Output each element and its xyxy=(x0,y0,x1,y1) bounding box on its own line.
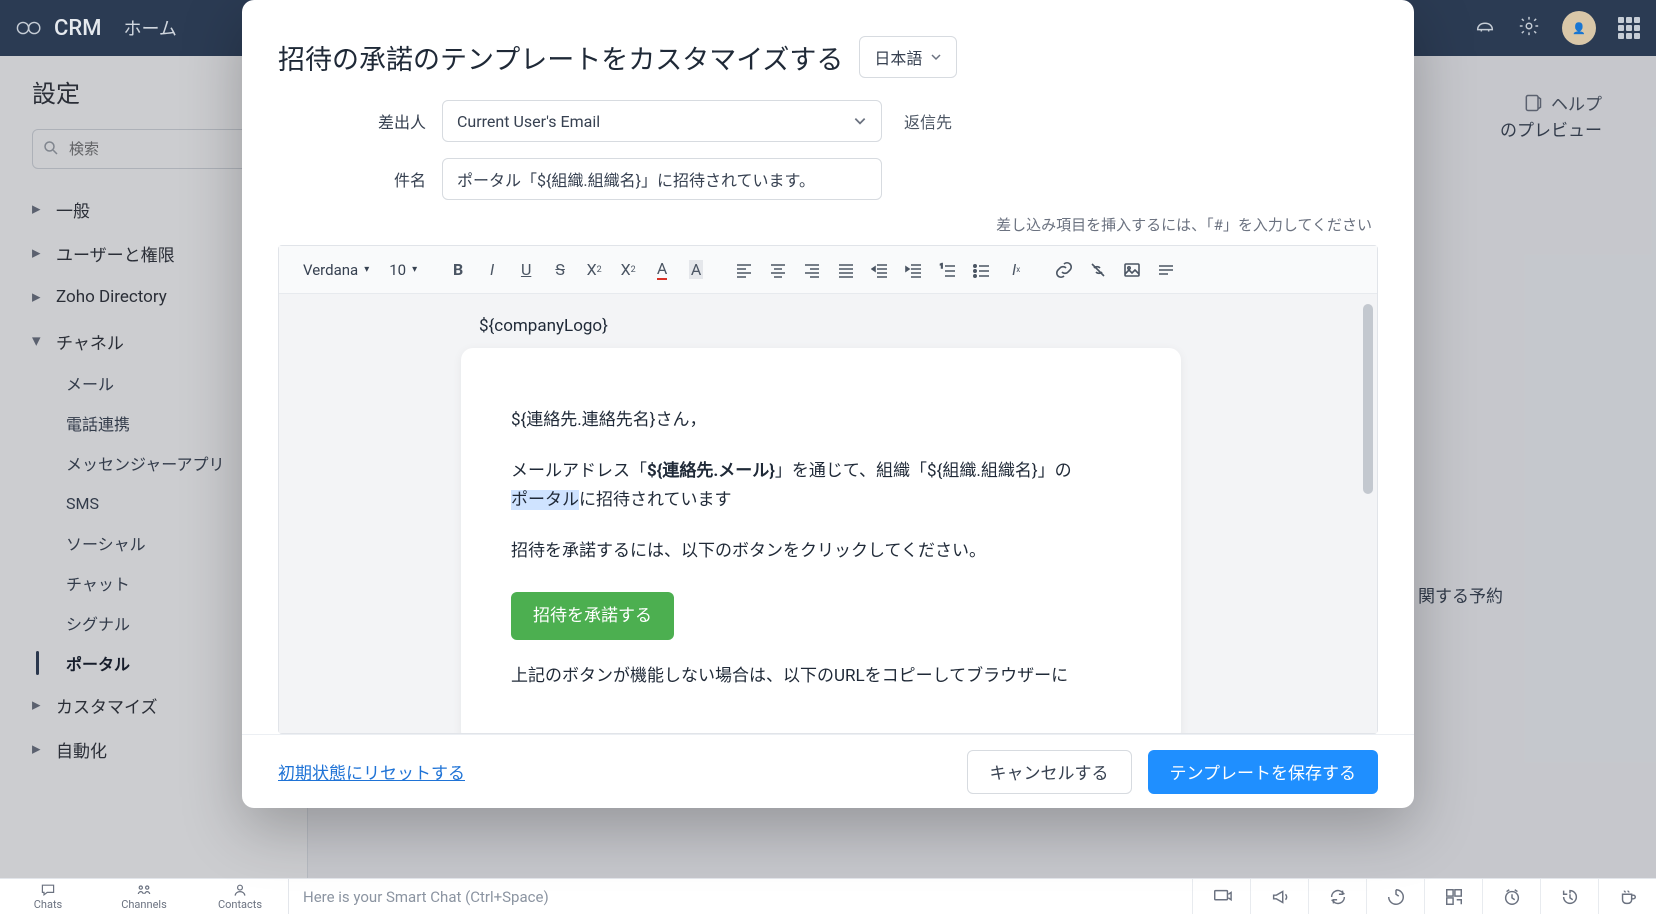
bgcolor-icon[interactable]: A xyxy=(681,255,711,285)
body-line1: メールアドレス「${連絡先.メール}」を通じて、組織「${組織.組織名}」の ポ… xyxy=(511,457,1131,515)
bb-clock-icon[interactable] xyxy=(1482,879,1540,914)
link-icon[interactable] xyxy=(1049,255,1079,285)
image-icon[interactable] xyxy=(1117,255,1147,285)
bottom-chats[interactable]: Chats xyxy=(0,882,96,911)
save-button[interactable]: テンプレートを保存する xyxy=(1148,750,1379,794)
textcolor-icon[interactable]: A xyxy=(647,255,677,285)
channels-icon xyxy=(136,882,152,898)
editor-toolbar: Verdana▾ 10▾ B I U S X2 X2 A A 1 xyxy=(279,246,1377,294)
hr-icon[interactable] xyxy=(1151,255,1181,285)
align-center-icon[interactable] xyxy=(763,255,793,285)
bold-icon[interactable]: B xyxy=(443,255,473,285)
from-select[interactable]: Current User's Email xyxy=(442,100,882,142)
reply-to-link[interactable]: 返信先 xyxy=(904,109,952,133)
font-select[interactable]: Verdana▾ xyxy=(295,261,377,279)
chevron-down-icon xyxy=(853,114,867,128)
indent-icon[interactable] xyxy=(899,255,929,285)
help-icon xyxy=(1523,93,1543,113)
help-button[interactable]: ヘルプ xyxy=(1523,90,1602,115)
merge-hint: 差し込み項目を挿入するには、「#」を入力してください xyxy=(278,214,1372,235)
align-left-icon[interactable] xyxy=(729,255,759,285)
italic-icon[interactable]: I xyxy=(477,255,507,285)
bb-refresh-icon[interactable] xyxy=(1308,879,1366,914)
body-line3: 上記のボタンが機能しない場合は、以下のURLをコピーしてブラウザーに xyxy=(511,662,1131,691)
preview-fragment: のプレビュー xyxy=(1442,116,1602,141)
topbar-right: 👤 xyxy=(1474,11,1640,45)
nav-home[interactable]: ホーム xyxy=(123,15,176,41)
smart-chat-hint[interactable]: Here is your Smart Chat (Ctrl+Space) xyxy=(288,879,1192,914)
align-justify-icon[interactable] xyxy=(831,255,861,285)
bb-cup-icon[interactable] xyxy=(1598,879,1656,914)
accept-button[interactable]: 招待を承諾する xyxy=(511,592,674,641)
contacts-icon xyxy=(232,882,248,898)
search-icon xyxy=(42,139,60,157)
subject-label: 件名 xyxy=(278,167,426,191)
brand-icon xyxy=(16,19,44,37)
strike-icon[interactable]: S xyxy=(545,255,575,285)
align-right-icon[interactable] xyxy=(797,255,827,285)
modal-title: 招待の承諾のテンプレートをカスタマイズする xyxy=(278,38,843,77)
email-preview-card: ${連絡先.連絡先名}さん， メールアドレス「${連絡先.メール}」を通じて、組… xyxy=(461,348,1181,733)
ol-icon[interactable]: 1 xyxy=(933,255,963,285)
unlink-icon[interactable] xyxy=(1083,255,1113,285)
chevron-down-icon xyxy=(930,51,942,63)
avatar[interactable]: 👤 xyxy=(1562,11,1596,45)
subscript-icon[interactable]: X2 xyxy=(579,255,609,285)
template-modal: 招待の承諾のテンプレートをカスタマイズする 日本語 差出人 Current Us… xyxy=(242,0,1414,808)
booking-fragment: 関する予約 xyxy=(1418,582,1578,607)
fontsize-select[interactable]: 10▾ xyxy=(381,261,425,279)
subject-input[interactable] xyxy=(442,158,882,200)
logo-variable: ${companyLogo} xyxy=(479,316,1377,336)
svg-text:1: 1 xyxy=(940,263,943,270)
outdent-icon[interactable] xyxy=(865,255,895,285)
bottom-contacts[interactable]: Contacts xyxy=(192,882,288,911)
ul-icon[interactable] xyxy=(967,255,997,285)
from-label: 差出人 xyxy=(278,109,426,133)
bb-cycle-icon[interactable] xyxy=(1366,879,1424,914)
bb-announce-icon[interactable] xyxy=(1250,879,1308,914)
bb-screen-icon[interactable] xyxy=(1192,879,1250,914)
bottom-channels[interactable]: Channels xyxy=(96,882,192,911)
apps-icon[interactable] xyxy=(1618,17,1640,39)
bb-history-icon[interactable] xyxy=(1540,879,1598,914)
superscript-icon[interactable]: X2 xyxy=(613,255,643,285)
bb-qr-icon[interactable] xyxy=(1424,879,1482,914)
theme-icon[interactable] xyxy=(1474,15,1496,41)
language-select[interactable]: 日本語 xyxy=(859,36,957,78)
bottombar: Chats Channels Contacts Here is your Sma… xyxy=(0,878,1656,914)
editor-canvas[interactable]: ${companyLogo} ${連絡先.連絡先名}さん， メールアドレス「${… xyxy=(279,294,1377,733)
brand-text: CRM xyxy=(54,16,101,41)
underline-icon[interactable]: U xyxy=(511,255,541,285)
reset-link[interactable]: 初期状態にリセットする xyxy=(278,759,465,784)
scrollbar-thumb[interactable] xyxy=(1363,304,1373,494)
gear-icon[interactable] xyxy=(1518,15,1540,41)
greeting: ${連絡先.連絡先名}さん， xyxy=(511,406,1131,435)
logo[interactable]: CRM xyxy=(16,16,101,41)
modal-footer: 初期状態にリセットする キャンセルする テンプレートを保存する xyxy=(242,734,1414,808)
clearformat-icon[interactable]: Ix xyxy=(1001,255,1031,285)
editor: Verdana▾ 10▾ B I U S X2 X2 A A 1 xyxy=(278,245,1378,734)
cancel-button[interactable]: キャンセルする xyxy=(967,750,1132,794)
body-line2: 招待を承諾するには、以下のボタンをクリックしてください。 xyxy=(511,537,1131,566)
chat-icon xyxy=(40,882,56,898)
